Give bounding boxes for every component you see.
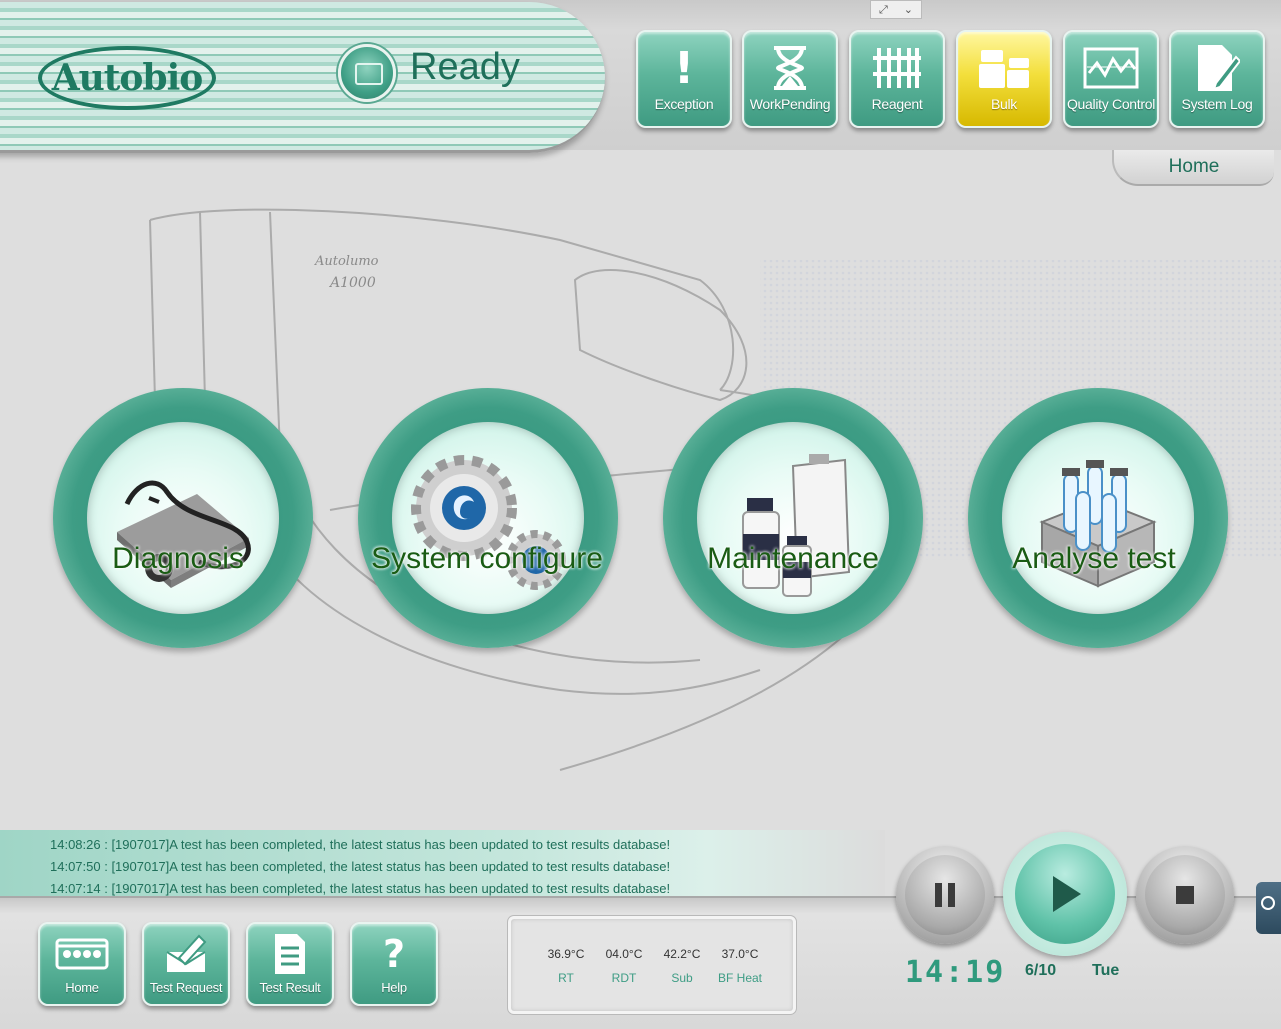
- temperature-panel: 36.9°C RT 04.0°C RDT 42.2°C Sub 37.0°C B…: [508, 916, 796, 1014]
- maintenance-module[interactable]: [663, 388, 923, 648]
- qc-chart-icon: [1065, 40, 1157, 96]
- temp-value: 36.9°C: [547, 947, 585, 961]
- clock-time: 14:19: [905, 955, 1006, 990]
- status-text: Ready: [410, 46, 520, 88]
- sketch-model-text: A1000: [328, 275, 376, 291]
- hourglass-icon: [744, 40, 836, 96]
- test-request-label: Test Request: [149, 980, 223, 995]
- exception-label: Exception: [654, 96, 714, 112]
- temp-bf-heat: 37.0°C BF Heat: [711, 947, 769, 985]
- analyse-test-label[interactable]: Analyse test: [944, 542, 1244, 576]
- home-label: Home: [65, 980, 99, 995]
- log-entry: 14:07:14 : [1907017]A test has been comp…: [50, 881, 671, 896]
- sketch-brand-text: Autolumo: [314, 254, 379, 269]
- system-log-button[interactable]: System Log: [1169, 30, 1265, 128]
- play-icon: [1053, 876, 1081, 912]
- app-window: Autobio Ready ⤢ ⌄ ! Exception WorkPendin…: [0, 0, 1281, 1029]
- document-icon: [248, 930, 332, 978]
- autobio-logo: Autobio: [38, 46, 216, 110]
- restore-icon[interactable]: ⤢: [879, 3, 888, 17]
- quality-control-button[interactable]: Quality Control: [1063, 30, 1159, 128]
- help-label: Help: [381, 980, 407, 995]
- help-button[interactable]: ? Help: [350, 922, 438, 1006]
- reagent-rack-icon: [851, 40, 943, 96]
- test-result-label: Test Result: [259, 980, 321, 995]
- chevron-down-icon[interactable]: ⌄: [904, 3, 913, 16]
- stop-icon: [1176, 886, 1194, 904]
- reagent-button[interactable]: Reagent: [849, 30, 945, 128]
- system-log-label: System Log: [1181, 96, 1253, 112]
- gears-icon: [411, 455, 566, 590]
- quality-control-label: Quality Control: [1066, 96, 1156, 112]
- diagnosis-module[interactable]: [53, 388, 313, 648]
- temp-value: 04.0°C: [605, 947, 643, 961]
- diagnosis-label[interactable]: Diagnosis: [28, 542, 328, 576]
- system-configure-label[interactable]: System configure: [337, 542, 637, 576]
- temp-name: Sub: [671, 971, 693, 985]
- exclamation-icon: !: [673, 42, 695, 94]
- stop-button[interactable]: [1136, 846, 1234, 944]
- home-button[interactable]: Home: [38, 922, 126, 1006]
- temp-rdt: 04.0°C RDT: [595, 947, 653, 985]
- start-button[interactable]: [1003, 832, 1127, 956]
- temp-rt: 36.9°C RT: [537, 947, 595, 985]
- clock-day: Tue: [1092, 962, 1120, 979]
- remote-icon: [1261, 896, 1275, 910]
- log-document-icon: [1171, 40, 1263, 96]
- exception-button[interactable]: ! Exception: [636, 30, 732, 128]
- temp-sub: 42.2°C Sub: [653, 947, 711, 985]
- system-configure-module[interactable]: [358, 388, 618, 648]
- analyse-test-module[interactable]: [968, 388, 1228, 648]
- envelope-pen-icon: [144, 930, 228, 978]
- log-entry: 14:08:26 : [1907017]A test has been comp…: [50, 837, 671, 852]
- temp-value: 42.2°C: [663, 947, 701, 961]
- stethoscope-icon: [117, 480, 251, 588]
- temp-value: 37.0°C: [721, 947, 759, 961]
- message-log[interactable]: 14:08:26 : [1907017]A test has been comp…: [0, 830, 885, 896]
- bulk-bottles-icon: [958, 40, 1050, 96]
- test-result-button[interactable]: Test Result: [246, 922, 334, 1006]
- home-grid-icon: [40, 930, 124, 978]
- test-tube-rack-icon: [1039, 460, 1157, 588]
- bulk-label: Bulk: [990, 96, 1018, 112]
- side-remote-tab[interactable]: [1256, 882, 1281, 934]
- log-entry: 14:07:50 : [1907017]A test has been comp…: [50, 859, 671, 874]
- maintenance-label[interactable]: Maintenance: [643, 542, 943, 576]
- workpending-label: WorkPending: [749, 96, 831, 112]
- question-icon: ?: [382, 932, 406, 976]
- clock-date: 6/10: [1025, 962, 1057, 979]
- test-request-button[interactable]: Test Request: [142, 922, 230, 1006]
- temp-name: RDT: [611, 971, 637, 985]
- temp-name: BF Heat: [717, 971, 762, 985]
- pause-icon: [935, 883, 955, 907]
- window-controls[interactable]: ⤢ ⌄: [870, 0, 922, 19]
- workpending-button[interactable]: WorkPending: [742, 30, 838, 128]
- status-icon: [338, 44, 396, 102]
- pause-button[interactable]: [896, 846, 994, 944]
- temp-name: RT: [558, 971, 574, 985]
- bottles-clipboard-icon: [742, 454, 851, 597]
- bulk-button[interactable]: Bulk: [956, 30, 1052, 128]
- reagent-label: Reagent: [871, 96, 923, 112]
